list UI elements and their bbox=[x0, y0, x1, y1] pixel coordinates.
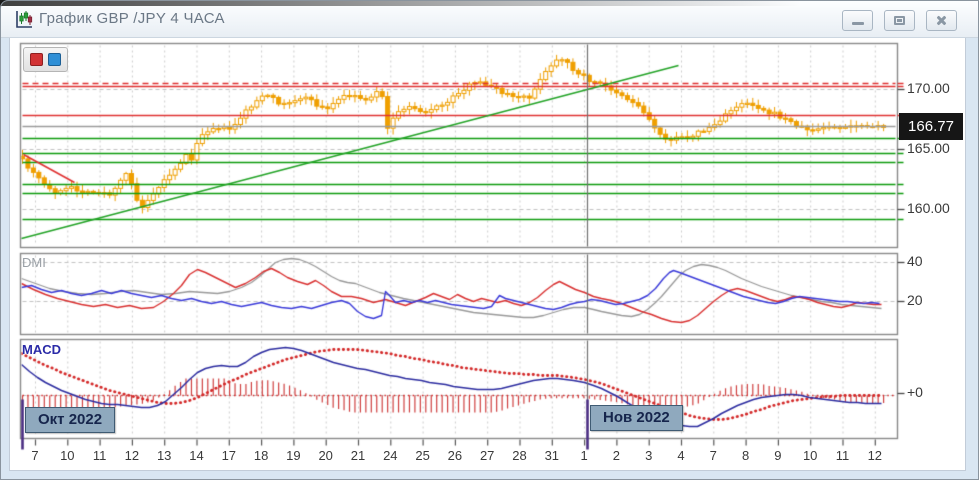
month-badge-october: Окт 2022 bbox=[25, 407, 115, 433]
date-label-12: 12 bbox=[862, 448, 888, 463]
dmi-axis-label-1: 20 bbox=[907, 292, 923, 308]
date-label-18: 18 bbox=[248, 448, 274, 463]
date-label-10: 10 bbox=[797, 448, 823, 463]
date-label-25: 25 bbox=[410, 448, 436, 463]
macd-panel-label: MACD bbox=[22, 342, 61, 357]
date-label-10: 10 bbox=[54, 448, 80, 463]
price-axis-label-2: 160.00 bbox=[907, 200, 950, 216]
date-label-4: 4 bbox=[668, 448, 694, 463]
blue-marker-button[interactable] bbox=[48, 53, 61, 66]
dmi-axis-label-0: 40 bbox=[907, 253, 923, 269]
date-label-19: 19 bbox=[280, 448, 306, 463]
date-label-27: 27 bbox=[474, 448, 500, 463]
date-label-11: 11 bbox=[830, 448, 856, 463]
date-label-9: 9 bbox=[765, 448, 791, 463]
date-label-14: 14 bbox=[184, 448, 210, 463]
date-label-7: 7 bbox=[700, 448, 726, 463]
date-label-28: 28 bbox=[507, 448, 533, 463]
date-label-21: 21 bbox=[345, 448, 371, 463]
price-axis-label-1: 165.00 bbox=[907, 140, 950, 156]
red-marker-button[interactable] bbox=[30, 53, 43, 66]
date-label-13: 13 bbox=[151, 448, 177, 463]
date-label-8: 8 bbox=[733, 448, 759, 463]
price-axis-label-0: 170.00 bbox=[907, 80, 950, 96]
restore-button[interactable] bbox=[884, 10, 915, 31]
close-icon bbox=[935, 14, 948, 27]
month-badge-november: Нов 2022 bbox=[590, 405, 683, 431]
date-label-7: 7 bbox=[22, 448, 48, 463]
candlestick-chart-icon bbox=[14, 10, 34, 30]
date-label-11: 11 bbox=[87, 448, 113, 463]
minimize-button[interactable] bbox=[842, 10, 873, 31]
date-label-20: 20 bbox=[313, 448, 339, 463]
window-controls bbox=[842, 10, 957, 31]
date-label-2: 2 bbox=[603, 448, 629, 463]
minimize-icon bbox=[852, 22, 864, 25]
chart-toolbar bbox=[23, 47, 68, 72]
date-label-31: 31 bbox=[539, 448, 565, 463]
app-window: DMI MACD Окт 2022 Нов 2022 166.77 170.00… bbox=[0, 0, 979, 480]
date-label-17: 17 bbox=[216, 448, 242, 463]
titlebar[interactable]: График GBP /JPY 4 ЧАСА bbox=[1, 1, 978, 38]
date-label-24: 24 bbox=[377, 448, 403, 463]
macd-axis-label: +0 bbox=[907, 384, 923, 400]
close-button[interactable] bbox=[926, 10, 957, 31]
chart-canvas[interactable] bbox=[1, 1, 979, 480]
restore-icon bbox=[894, 16, 905, 25]
window-title: График GBP /JPY 4 ЧАСА bbox=[39, 10, 225, 27]
date-label-1: 1 bbox=[571, 448, 597, 463]
date-label-3: 3 bbox=[636, 448, 662, 463]
date-label-26: 26 bbox=[442, 448, 468, 463]
date-label-12: 12 bbox=[119, 448, 145, 463]
dmi-panel-label: DMI bbox=[22, 255, 46, 270]
last-price-badge: 166.77 bbox=[899, 113, 963, 140]
